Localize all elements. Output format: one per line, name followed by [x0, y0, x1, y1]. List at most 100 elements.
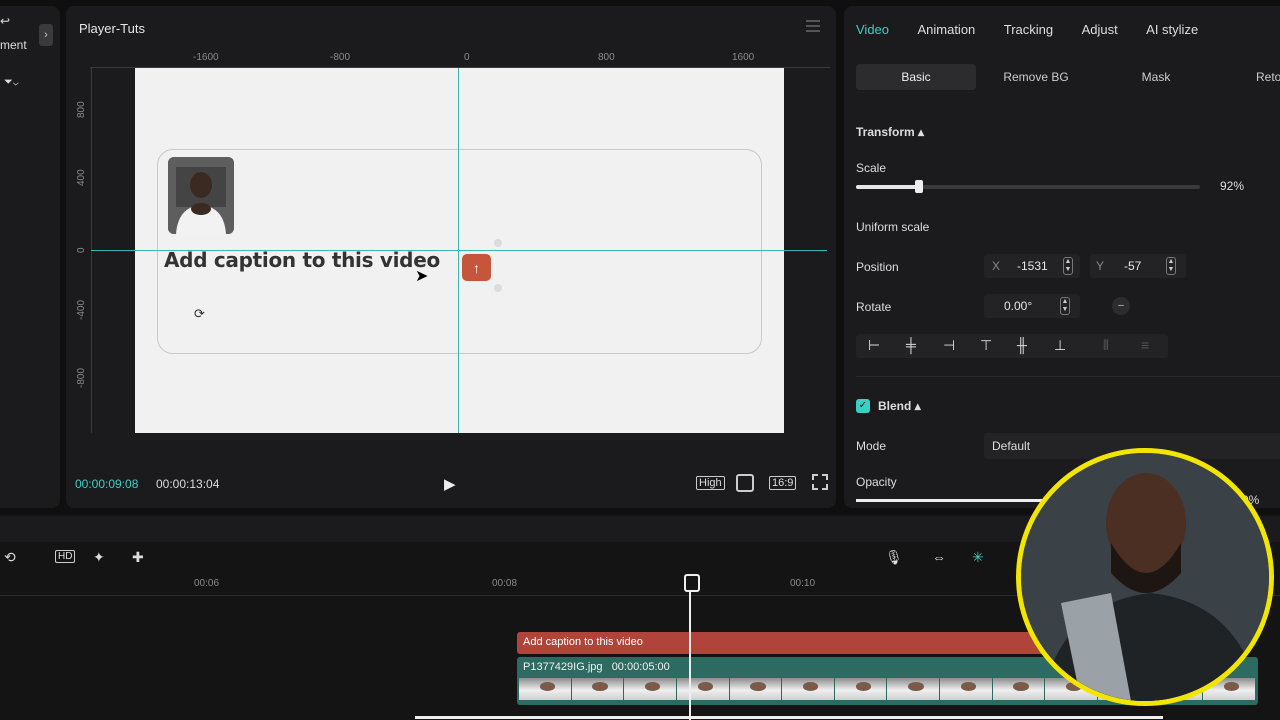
vertical-ruler: 800 400 0 -400 -800 [74, 68, 92, 433]
subtab-mask[interactable]: Mask [1096, 64, 1216, 90]
tab-video[interactable]: Video [856, 22, 889, 37]
mouse-cursor-icon: ➤ [415, 268, 429, 285]
tab-ai-stylize[interactable]: AI stylize [1146, 22, 1198, 37]
undo-icon[interactable]: ↩ [0, 14, 10, 28]
scale-slider-fill [856, 185, 919, 189]
property-tabs: Video Animation Tracking Adjust AI styli… [856, 21, 1222, 41]
blend-label: Blend [878, 399, 912, 413]
subtab-basic[interactable]: Basic [856, 64, 976, 90]
horizontal-ruler: -1600 -800 0 800 1600 [90, 50, 830, 68]
video-clip-name: P1377429IG.jpg [523, 661, 603, 673]
rotate-value: 0.00° [1004, 299, 1033, 313]
position-x-value: -1531 [1017, 259, 1048, 273]
scale-value[interactable]: 92% [1220, 179, 1244, 193]
avatar-thumbnail [168, 157, 234, 234]
current-timecode: 00:00:09:08 [75, 477, 139, 491]
text-clip[interactable]: Add caption to this video [517, 632, 1057, 654]
v-ruler-label: 800 [76, 101, 87, 118]
position-y-stepper[interactable]: ▲ ▼ [1166, 257, 1176, 275]
scale-slider[interactable] [856, 180, 1200, 193]
replace-icon[interactable]: ⟲ [4, 549, 16, 566]
menu-icon[interactable] [806, 20, 820, 32]
rotate-stepper[interactable]: ▲ ▼ [1060, 297, 1070, 315]
upload-arrow-icon[interactable]: ↑ [462, 254, 491, 281]
player-title: Player-Tuts [79, 21, 145, 36]
align-left-icon[interactable]: ⊢ [868, 337, 880, 354]
y-label: Y [1096, 259, 1105, 273]
video-clip-label: P1377429IG.jpg 00:00:05:00 [523, 661, 670, 673]
player-panel: Player-Tuts -1600 -800 0 800 1600 800 40… [66, 6, 836, 508]
position-y-value: -57 [1124, 259, 1142, 273]
microphone-icon[interactable]: 🎙 [885, 549, 903, 566]
webcam-overlay [1016, 448, 1274, 706]
h-ruler-label: 800 [598, 52, 615, 63]
zoom-fit-icon[interactable] [736, 474, 754, 492]
quality-button[interactable]: High [696, 476, 725, 490]
expand-panel-button[interactable]: › [39, 24, 53, 46]
collapse-icon: ▴ [918, 125, 925, 139]
magic-wand-icon[interactable]: ✦ [93, 549, 105, 566]
playhead[interactable] [684, 574, 700, 720]
position-label: Position [856, 260, 899, 274]
play-icon[interactable]: ▶ [444, 475, 456, 493]
resize-handle[interactable] [494, 239, 502, 247]
distribute-v-icon[interactable]: ≡ [1141, 337, 1149, 353]
v-ruler-label: -800 [76, 367, 87, 388]
blend-checkbox[interactable]: ✓ [856, 399, 870, 413]
scale-slider-knob[interactable] [915, 180, 923, 193]
scale-label: Scale [856, 161, 887, 175]
timeline-ruler-label: 00:06 [194, 578, 220, 589]
filter-icon[interactable]: ⏷⌄ [4, 76, 19, 89]
player-footer: 00:00:09:08 00:00:13:04 ▶ High 16:9 [66, 472, 836, 496]
tab-animation[interactable]: Animation [917, 22, 975, 37]
timeline-ruler-label: 00:08 [492, 578, 518, 589]
link-icon[interactable]: ⇔ [932, 549, 946, 565]
preview-canvas[interactable]: Add caption to this video ↑ ⟳ ➤ [91, 68, 827, 433]
add-person-icon[interactable]: ✚ [132, 549, 144, 566]
align-center-v-icon[interactable]: ╫ [1017, 337, 1027, 353]
transform-section-title[interactable]: Transform ▴ [856, 125, 924, 139]
rotate-handle-icon[interactable]: ⟳ [194, 306, 205, 322]
aspect-ratio-button[interactable]: 16:9 [769, 476, 797, 490]
align-right-icon[interactable]: ⊣ [943, 337, 955, 354]
h-ruler-label: -800 [330, 52, 351, 63]
sub-tabs: Basic Remove BG Mask Retou [856, 64, 1280, 90]
mode-label: Mode [856, 439, 887, 453]
left-panel: ↩ ment › ⏷⌄ [0, 6, 60, 508]
align-top-icon[interactable]: ⊤ [980, 337, 992, 354]
subtab-remove-bg[interactable]: Remove BG [976, 64, 1096, 90]
subtab-retouch[interactable]: Retou [1216, 64, 1280, 90]
align-toolbar: ⊢ ╪ ⊣ ⊤ ╫ ⊥ ⫴ ≡ [856, 334, 1168, 358]
v-ruler-label: 0 [76, 247, 87, 253]
tab-adjust[interactable]: Adjust [1082, 22, 1118, 37]
section-divider [856, 376, 1280, 377]
fullscreen-icon[interactable] [812, 474, 828, 490]
tab-tracking[interactable]: Tracking [1004, 22, 1053, 37]
presenter-image [1021, 453, 1269, 701]
position-x-stepper[interactable]: ▲ ▼ [1063, 257, 1073, 275]
opacity-slider[interactable] [856, 499, 1056, 502]
rotate-label: Rotate [856, 300, 892, 314]
align-bottom-icon[interactable]: ⊥ [1054, 337, 1066, 354]
blend-section-title[interactable]: Blend ▴ [878, 399, 921, 413]
align-center-h-icon[interactable]: ╪ [906, 337, 916, 353]
left-panel-label: ment [0, 38, 27, 52]
app-window: ↩ ment › ⏷⌄ Player-Tuts -1600 -800 0 800… [0, 0, 1280, 720]
uniform-scale-label: Uniform scale [856, 220, 930, 234]
hd-icon[interactable]: HD [55, 550, 76, 563]
properties-panel: Video Animation Tracking Adjust AI styli… [844, 6, 1280, 508]
caption-text[interactable]: Add caption to this video [164, 248, 440, 272]
transform-label: Transform [856, 125, 915, 139]
h-ruler-label: 0 [464, 52, 470, 63]
timeline-scroll-bar[interactable] [415, 716, 1163, 719]
opacity-label: Opacity [856, 475, 897, 489]
h-ruler-label: 1600 [732, 52, 755, 63]
rotate-dial-icon[interactable]: – [1112, 297, 1130, 315]
v-ruler-label: -400 [76, 299, 87, 320]
timeline-ruler-label: 00:10 [790, 578, 816, 589]
total-timecode: 00:00:13:04 [156, 477, 220, 491]
distribute-h-icon[interactable]: ⫴ [1103, 337, 1109, 354]
snap-icon[interactable]: ✳ [972, 549, 984, 566]
x-label: X [992, 259, 1001, 273]
resize-handle[interactable] [494, 284, 502, 292]
